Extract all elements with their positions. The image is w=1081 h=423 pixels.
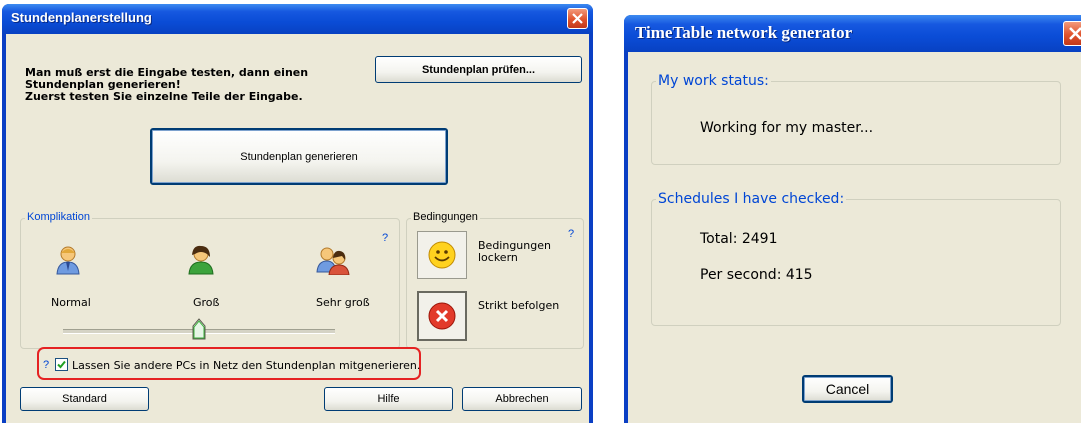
window-title: TimeTable network generator xyxy=(635,23,853,42)
error-icon xyxy=(428,302,456,330)
network-help-link[interactable]: ? xyxy=(43,359,49,371)
conditions-help-link[interactable]: ? xyxy=(568,228,574,240)
cancel-button[interactable]: Cancel xyxy=(802,375,893,403)
complication-group-label: Komplikation xyxy=(25,211,92,223)
relax-conditions-label-2: lockern xyxy=(478,251,518,264)
close-button[interactable] xyxy=(1063,21,1081,46)
check-timetable-button[interactable]: Stundenplan prüfen... xyxy=(375,56,582,83)
complication-group: Komplikation ? Normal Groß Sehr groß xyxy=(20,211,400,349)
schedules-checked-group: Schedules I have checked: Total: 2491 Pe… xyxy=(651,191,1061,326)
per-second-rate: Per second: 415 xyxy=(700,267,813,283)
conditions-group-label: Bedingungen xyxy=(411,211,480,223)
network-generator-window: TimeTable network generator My work stat… xyxy=(624,15,1081,423)
work-status-label: My work status: xyxy=(656,73,771,89)
title-bar: Stundenplanerstellung xyxy=(2,4,593,34)
close-icon xyxy=(572,13,583,24)
user-group-icon xyxy=(316,247,350,275)
level-very-large-label: Sehr groß xyxy=(316,296,370,309)
work-status-text: Working for my master... xyxy=(700,120,874,136)
cancel-button[interactable]: Abbrechen xyxy=(462,387,582,411)
level-normal-label: Normal xyxy=(51,296,91,309)
relax-conditions-toggle[interactable] xyxy=(417,231,467,279)
network-checkbox[interactable] xyxy=(55,358,68,371)
help-button[interactable]: Hilfe xyxy=(324,387,453,411)
total-count: Total: 2491 xyxy=(700,231,778,247)
close-icon xyxy=(1069,27,1081,40)
smiley-icon xyxy=(428,241,456,269)
window-client: My work status: Working for my master...… xyxy=(628,52,1081,423)
level-large-label: Groß xyxy=(193,296,220,309)
window-client: Man muß erst die Eingabe testen, dann ei… xyxy=(6,34,589,423)
intro-line-3: Zuerst testen Sie einzelne Teile der Ein… xyxy=(25,90,303,103)
strict-conditions-label: Strikt befolgen xyxy=(478,299,560,312)
complication-help-link[interactable]: ? xyxy=(382,232,388,244)
close-button[interactable] xyxy=(567,8,588,29)
conditions-group: Bedingungen ? Bedingungen lockern Strikt… xyxy=(406,211,584,349)
work-status-group: My work status: Working for my master... xyxy=(651,73,1061,165)
generate-timetable-button[interactable]: Stundenplan generieren xyxy=(150,128,448,185)
slider-thumb[interactable] xyxy=(192,318,206,340)
check-icon xyxy=(57,360,66,369)
window-title: Stundenplanerstellung xyxy=(11,10,152,25)
user-large-icon xyxy=(188,245,214,275)
user-normal-icon xyxy=(56,246,80,275)
standard-button[interactable]: Standard xyxy=(20,387,149,411)
strict-conditions-toggle[interactable] xyxy=(417,291,467,341)
network-option-label: Lassen Sie andere PCs in Netz den Stunde… xyxy=(72,359,421,372)
schedules-checked-label: Schedules I have checked: xyxy=(656,191,847,207)
title-bar: TimeTable network generator xyxy=(624,15,1081,52)
timetable-creation-window: Stundenplanerstellung Man muß erst die E… xyxy=(2,4,593,423)
